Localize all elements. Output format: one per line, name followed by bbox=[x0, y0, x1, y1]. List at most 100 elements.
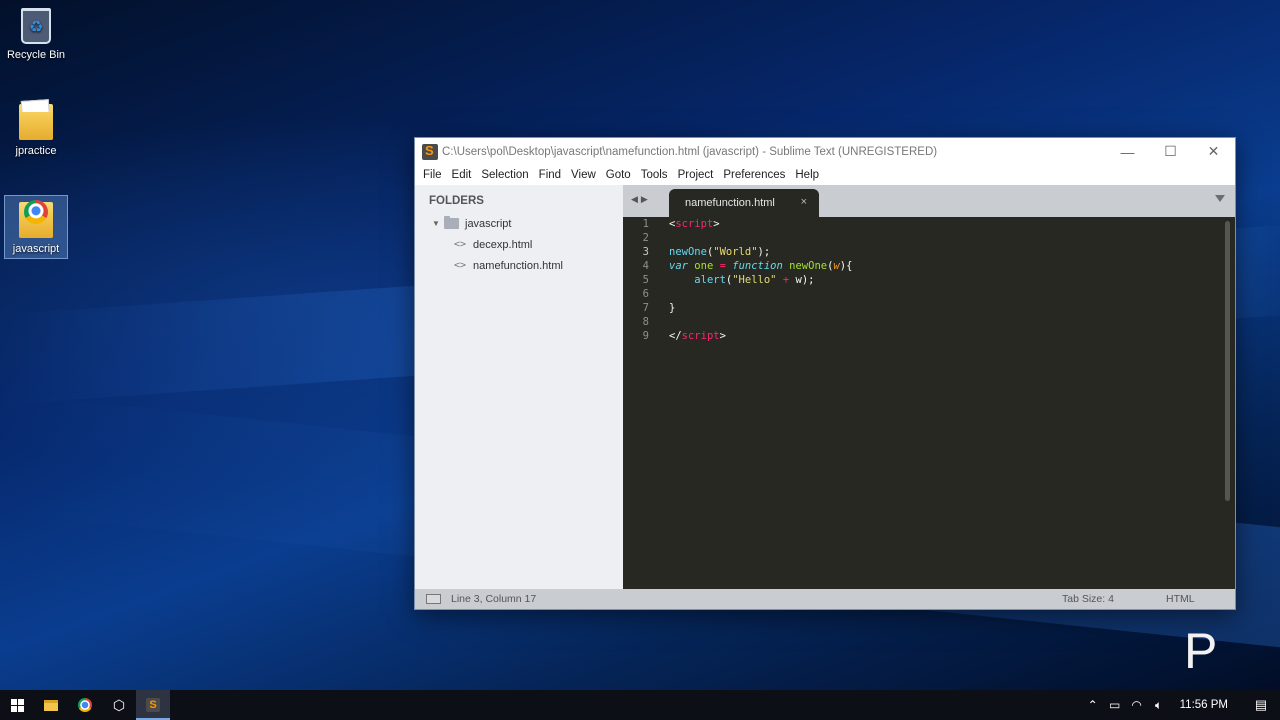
taskbar: ⬡ S ⌃ ▭ ◠ 🔈︎ 11:56 PM ▤ bbox=[0, 690, 1280, 720]
code-file-icon: <> bbox=[454, 239, 467, 250]
taskbar-box-app[interactable]: ⬡ bbox=[102, 690, 136, 720]
tab-close-icon[interactable]: × bbox=[801, 196, 807, 208]
menu-project[interactable]: Project bbox=[673, 169, 719, 181]
chevron-up-icon[interactable]: ⌃ bbox=[1082, 698, 1104, 712]
file-explorer-icon bbox=[44, 699, 58, 711]
action-center-icon[interactable]: ▤ bbox=[1242, 697, 1280, 713]
desktop-icon-label: javascript bbox=[12, 243, 60, 255]
chrome-folder-icon bbox=[19, 200, 53, 238]
sublime-text-icon: S bbox=[146, 698, 160, 712]
menu-bar: File Edit Selection Find View Goto Tools… bbox=[415, 165, 1235, 185]
disclosure-triangle-icon[interactable]: ▼ bbox=[432, 219, 444, 228]
sidebar-file-label: decexp.html bbox=[473, 238, 533, 251]
sublime-app-icon bbox=[422, 143, 438, 160]
code-line: 9 </script> bbox=[623, 329, 1235, 343]
tab-size-indicator[interactable]: Tab Size: 4 bbox=[1062, 593, 1166, 605]
code-token: var bbox=[669, 260, 688, 272]
code-token: script bbox=[681, 330, 720, 342]
folder-icon bbox=[19, 104, 53, 140]
code-file-icon: <> bbox=[454, 260, 467, 271]
sidebar-file-decexp[interactable]: <> decexp.html bbox=[415, 234, 623, 255]
sidebar-heading: FOLDERS bbox=[429, 195, 484, 207]
sublime-text-window: C:\Users\pol\Desktop\javascript\namefunc… bbox=[414, 137, 1236, 610]
menu-view[interactable]: View bbox=[566, 169, 601, 181]
code-line-current: 3 newOne("World"); bbox=[623, 245, 1235, 259]
cube-icon: ⬡ bbox=[112, 696, 126, 713]
code-line: 4 var one = function newOne(w){ bbox=[623, 259, 1235, 273]
maximize-button[interactable]: ☐ bbox=[1149, 138, 1192, 165]
desktop-icon-label: jpractice bbox=[15, 145, 57, 157]
line-number: 5 bbox=[642, 274, 649, 286]
editor-area: FOLDERS ▼ javascript <> decexp.html <> n… bbox=[415, 185, 1235, 590]
code-token: "World" bbox=[713, 246, 758, 258]
chrome-icon bbox=[78, 698, 92, 712]
syntax-indicator[interactable]: HTML bbox=[1166, 593, 1235, 605]
cursor-position: Line 3, Column 17 bbox=[451, 593, 537, 605]
code-line: 8 bbox=[623, 315, 1235, 329]
code-token: function bbox=[732, 260, 783, 272]
line-number: 3 bbox=[642, 246, 649, 258]
menu-find[interactable]: Find bbox=[534, 169, 566, 181]
sidebar-folder-javascript[interactable]: ▼ javascript bbox=[415, 213, 623, 234]
taskbar-sublime-text[interactable]: S bbox=[136, 690, 170, 720]
desktop-icon-recycle-bin[interactable]: Recycle Bin bbox=[4, 2, 68, 66]
line-number: 7 bbox=[642, 302, 649, 314]
desktop-icon-jpractice[interactable]: jpractice bbox=[4, 98, 68, 162]
watermark-logo: P bbox=[1184, 623, 1218, 679]
editor-scrollbar[interactable] bbox=[1225, 221, 1230, 501]
panel-toggle-icon[interactable] bbox=[426, 594, 441, 604]
system-tray: ⌃ ▭ ◠ 🔈︎ 11:56 PM ▤ bbox=[1082, 697, 1280, 713]
volume-icon[interactable]: 🔈︎ bbox=[1148, 698, 1170, 713]
code-line: 5 alert("Hello" + w); bbox=[623, 273, 1235, 287]
sidebar-file-namefunction[interactable]: <> namefunction.html bbox=[415, 255, 623, 276]
close-window-button[interactable]: ✕ bbox=[1192, 138, 1235, 165]
window-title: C:\Users\pol\Desktop\javascript\namefunc… bbox=[442, 145, 938, 158]
taskbar-chrome[interactable] bbox=[68, 690, 102, 720]
tab-nav-arrows-icon[interactable]: ◀▶ bbox=[631, 194, 651, 205]
code-line: 6 bbox=[623, 287, 1235, 301]
code-token: newOne bbox=[669, 246, 707, 258]
menu-tools[interactable]: Tools bbox=[636, 169, 673, 181]
code-line: 1 <script> bbox=[623, 217, 1235, 231]
line-number: 1 bbox=[642, 218, 649, 230]
tab-namefunction[interactable]: namefunction.html × bbox=[669, 189, 819, 217]
menu-edit[interactable]: Edit bbox=[447, 169, 477, 181]
sidebar-folder-label: javascript bbox=[465, 217, 512, 230]
code-token: one bbox=[694, 260, 714, 272]
menu-selection[interactable]: Selection bbox=[476, 169, 533, 181]
code-token: alert bbox=[694, 274, 726, 286]
title-bar[interactable]: C:\Users\pol\Desktop\javascript\namefunc… bbox=[415, 138, 1235, 165]
line-number: 4 bbox=[642, 260, 649, 272]
code-pane[interactable]: ◀▶ namefunction.html × 1 <script> 2 3 ne… bbox=[623, 185, 1235, 590]
line-number: 2 bbox=[642, 232, 649, 244]
code-editor[interactable]: 1 <script> 2 3 newOne("World"); 4 var on… bbox=[623, 217, 1235, 590]
folder-icon bbox=[444, 216, 459, 229]
sidebar-file-label: namefunction.html bbox=[473, 259, 563, 272]
code-token: } bbox=[669, 302, 676, 314]
code-line: 2 bbox=[623, 231, 1235, 245]
line-number: 6 bbox=[642, 288, 649, 300]
line-number: 9 bbox=[642, 330, 649, 342]
menu-preferences[interactable]: Preferences bbox=[718, 169, 790, 181]
taskbar-file-explorer[interactable] bbox=[34, 690, 68, 720]
code-line: 7 } bbox=[623, 301, 1235, 315]
desktop-icon-label: Recycle Bin bbox=[6, 49, 66, 61]
minimize-button[interactable]: — bbox=[1106, 138, 1149, 165]
tab-bar: ◀▶ namefunction.html × bbox=[623, 185, 1235, 217]
menu-file[interactable]: File bbox=[418, 169, 447, 181]
tab-dropdown-icon[interactable] bbox=[1215, 195, 1225, 202]
desktop-icon-javascript[interactable]: javascript bbox=[4, 195, 68, 259]
taskbar-clock[interactable]: 11:56 PM bbox=[1180, 699, 1228, 711]
code-token: newOne bbox=[789, 260, 828, 272]
start-button[interactable] bbox=[0, 690, 34, 720]
folders-sidebar: FOLDERS ▼ javascript <> decexp.html <> n… bbox=[415, 185, 623, 590]
battery-icon[interactable]: ▭ bbox=[1104, 698, 1126, 712]
wifi-icon[interactable]: ◠ bbox=[1126, 698, 1148, 712]
menu-help[interactable]: Help bbox=[790, 169, 824, 181]
tab-label: namefunction.html bbox=[685, 197, 775, 209]
status-bar: Line 3, Column 17 Tab Size: 4 HTML bbox=[415, 589, 1235, 609]
windows-logo-icon bbox=[10, 698, 24, 712]
menu-goto[interactable]: Goto bbox=[601, 169, 636, 181]
code-token: "Hello" bbox=[732, 274, 777, 286]
recycle-bin-icon bbox=[21, 8, 51, 44]
